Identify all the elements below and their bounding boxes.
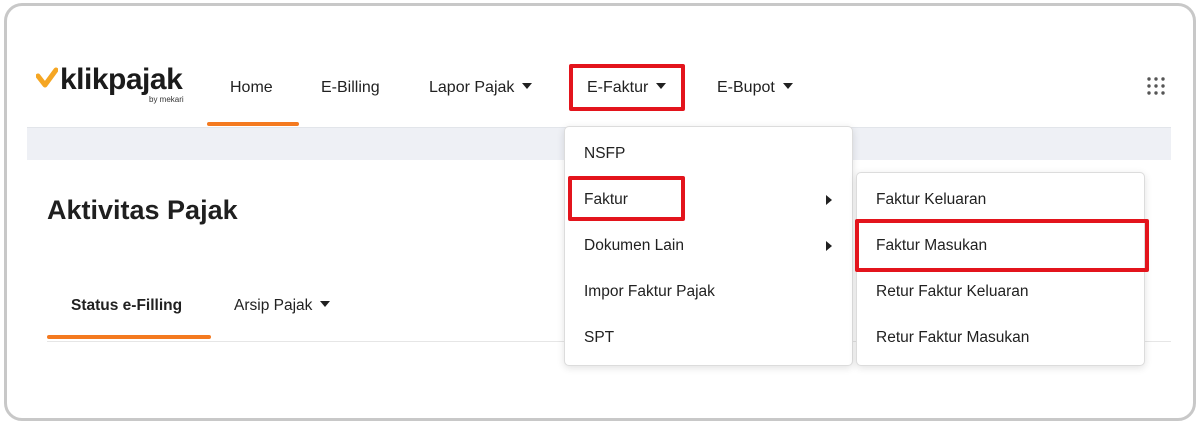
caret-right-icon — [826, 195, 832, 205]
nav-home-label: Home — [230, 79, 273, 96]
menu-item-dokumen-lain[interactable]: Dokumen Lain — [565, 223, 852, 269]
nav-e-bupot-label: E-Bupot — [717, 79, 775, 96]
tab-status-e-filling[interactable]: Status e-Filling — [71, 297, 182, 315]
menu-item-dokumen-lain-label: Dokumen Lain — [584, 237, 684, 254]
e-faktur-dropdown: NSFP Faktur Dokumen Lain Impor Faktur Pa… — [564, 126, 853, 366]
menu-item-nsfp[interactable]: NSFP — [565, 131, 852, 177]
nav-e-billing[interactable]: E-Billing — [321, 79, 380, 97]
nav-lapor-pajak-label: Lapor Pajak — [429, 79, 515, 96]
nav-home[interactable]: Home — [230, 79, 273, 97]
submenu-item-faktur-masukan-label: Faktur Masukan — [876, 237, 988, 254]
tab-arsip-pajak[interactable]: Arsip Pajak — [234, 297, 331, 315]
nav-e-billing-label: E-Billing — [321, 79, 380, 96]
submenu-item-retur-faktur-keluaran-label: Retur Faktur Keluaran — [876, 283, 1029, 300]
caret-down-icon — [522, 82, 533, 89]
menu-item-nsfp-label: NSFP — [584, 145, 626, 162]
submenu-item-retur-faktur-masukan[interactable]: Retur Faktur Masukan — [857, 315, 1144, 361]
menu-item-faktur-label: Faktur — [584, 191, 628, 208]
submenu-item-faktur-keluaran-label: Faktur Keluaran — [876, 191, 987, 208]
tab-status-e-filling-label: Status e-Filling — [71, 297, 183, 314]
submenu-item-retur-faktur-keluaran[interactable]: Retur Faktur Keluaran — [857, 269, 1144, 315]
nav-e-faktur-label: E-Faktur — [587, 79, 649, 96]
menu-item-spt-label: SPT — [584, 329, 615, 346]
caret-right-icon — [826, 241, 832, 251]
menu-item-spt[interactable]: SPT — [565, 315, 852, 361]
submenu-item-faktur-keluaran[interactable]: Faktur Keluaran — [857, 177, 1144, 223]
submenu-item-faktur-masukan[interactable]: Faktur Masukan — [857, 223, 1144, 269]
submenu-item-retur-faktur-masukan-label: Retur Faktur Masukan — [876, 329, 1030, 346]
logo-byline: by mekari — [149, 95, 184, 104]
nav-active-indicator — [207, 122, 299, 126]
grid-apps-icon[interactable] — [1146, 76, 1166, 96]
tab-active-indicator — [47, 335, 211, 339]
caret-down-icon — [656, 82, 667, 89]
caret-down-icon — [320, 300, 331, 307]
logo-wordmark: klikpajak — [60, 63, 183, 96]
menu-item-impor-faktur-pajak[interactable]: Impor Faktur Pajak — [565, 269, 852, 315]
page-title: Aktivitas Pajak — [47, 195, 238, 225]
menu-item-faktur[interactable]: Faktur — [565, 177, 852, 223]
nav-lapor-pajak[interactable]: Lapor Pajak — [429, 79, 533, 97]
faktur-submenu: Faktur Keluaran Faktur Masukan Retur Fak… — [856, 172, 1145, 366]
checkmark-logo-icon — [36, 67, 58, 88]
caret-down-icon — [782, 82, 793, 89]
nav-e-bupot[interactable]: E-Bupot — [717, 79, 793, 97]
klikpajak-logo[interactable]: klikpajak by mekari — [36, 63, 196, 111]
menu-item-impor-faktur-pajak-label: Impor Faktur Pajak — [584, 283, 715, 300]
nav-e-faktur[interactable]: E-Faktur — [587, 79, 667, 97]
tab-arsip-pajak-label: Arsip Pajak — [234, 297, 313, 314]
